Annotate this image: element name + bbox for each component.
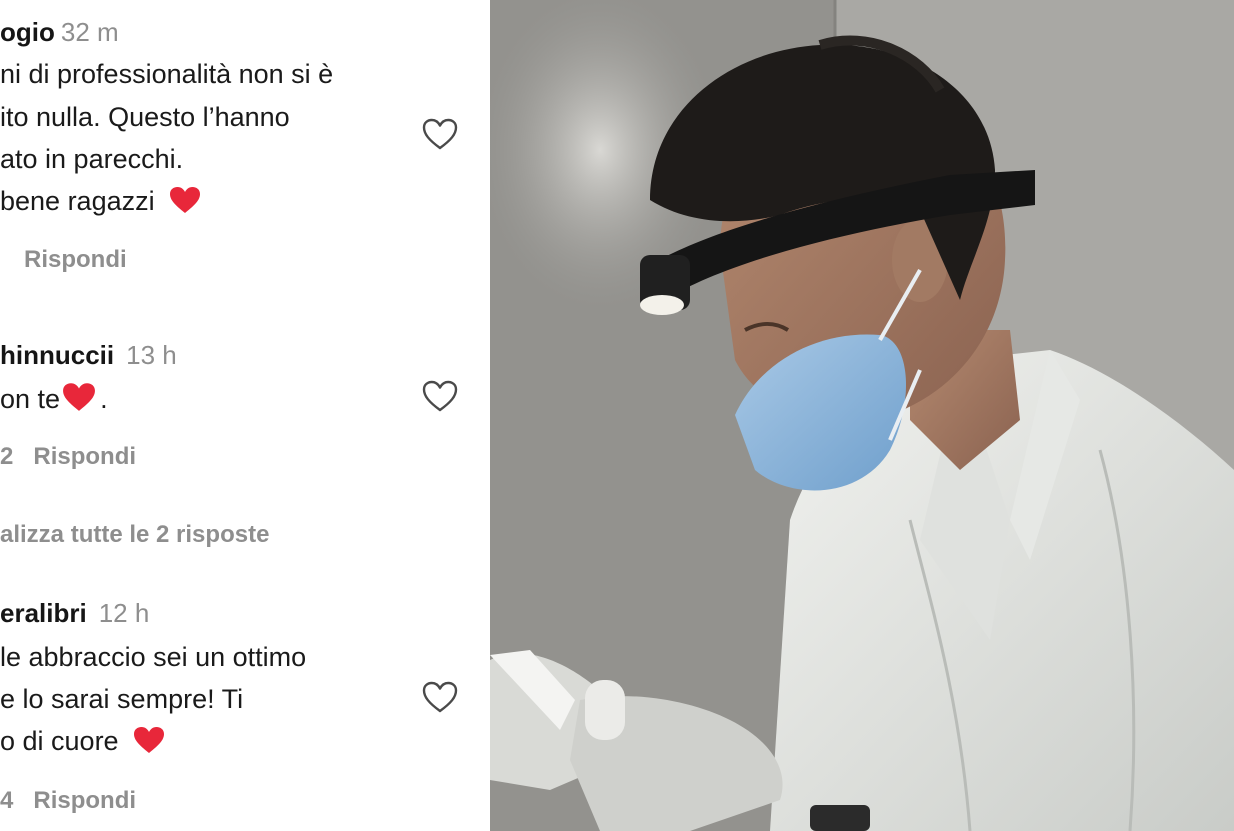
comment-text-line: on te. bbox=[0, 382, 108, 419]
comment-text-line: ato in parecchi. bbox=[0, 144, 184, 174]
comment-actions: Rispondi bbox=[24, 246, 127, 274]
red-heart-emoji-icon bbox=[169, 186, 201, 221]
comment-username[interactable]: eralibri bbox=[0, 598, 87, 628]
heart-outline-icon bbox=[421, 117, 459, 156]
comment-timestamp: 13 h bbox=[126, 340, 177, 370]
like-button[interactable] bbox=[420, 118, 460, 154]
dentist-photo bbox=[490, 0, 1234, 831]
view-replies-link[interactable]: alizza tutte le 2 risposte bbox=[0, 520, 269, 550]
comment-text-line: le abbraccio sei un ottimo bbox=[0, 642, 307, 672]
reply-button[interactable]: Rispondi bbox=[33, 787, 136, 814]
comment-actions: 2 Rispondi bbox=[0, 443, 136, 471]
comments-panel: ogio 32 m ni di professionalità non si è … bbox=[0, 0, 490, 831]
comment-actions: 4 Rispondi bbox=[0, 787, 136, 815]
red-heart-emoji-icon bbox=[133, 726, 165, 761]
like-button[interactable] bbox=[420, 380, 460, 416]
likes-count[interactable]: 2 bbox=[0, 443, 13, 470]
comment-timestamp: 12 h bbox=[98, 598, 150, 628]
comment-timestamp: 32 m bbox=[60, 17, 119, 47]
comment-text-line: e lo sarai sempre! Ti bbox=[0, 684, 244, 714]
comment-text: o di cuore bbox=[0, 726, 119, 756]
comment-header: eralibri 12 h bbox=[0, 598, 149, 628]
comment-text: . bbox=[100, 384, 108, 414]
comment-header: hinnuccii 13 h bbox=[0, 340, 177, 370]
heart-outline-icon bbox=[421, 379, 459, 418]
comment-text-line: ito nulla. Questo l’hanno bbox=[0, 102, 290, 132]
likes-count[interactable]: 4 bbox=[0, 787, 13, 814]
comment-header: ogio 32 m bbox=[0, 17, 119, 47]
reply-button[interactable]: Rispondi bbox=[24, 246, 127, 273]
comment-text-line: bene ragazzi bbox=[0, 185, 201, 221]
comment-username[interactable]: ogio bbox=[0, 17, 55, 47]
red-heart-emoji-icon bbox=[62, 382, 96, 419]
comment-text: on te bbox=[0, 384, 61, 414]
comment-username[interactable]: hinnuccii bbox=[0, 340, 114, 370]
heart-outline-icon bbox=[421, 680, 459, 719]
comment-text-line: o di cuore bbox=[0, 725, 165, 761]
dentist-photo-illustration bbox=[490, 0, 1234, 831]
like-button[interactable] bbox=[420, 681, 460, 717]
comment-text-line: ni di professionalità non si è bbox=[0, 59, 334, 89]
reply-button[interactable]: Rispondi bbox=[33, 443, 136, 470]
comment-text: bene ragazzi bbox=[0, 186, 155, 216]
